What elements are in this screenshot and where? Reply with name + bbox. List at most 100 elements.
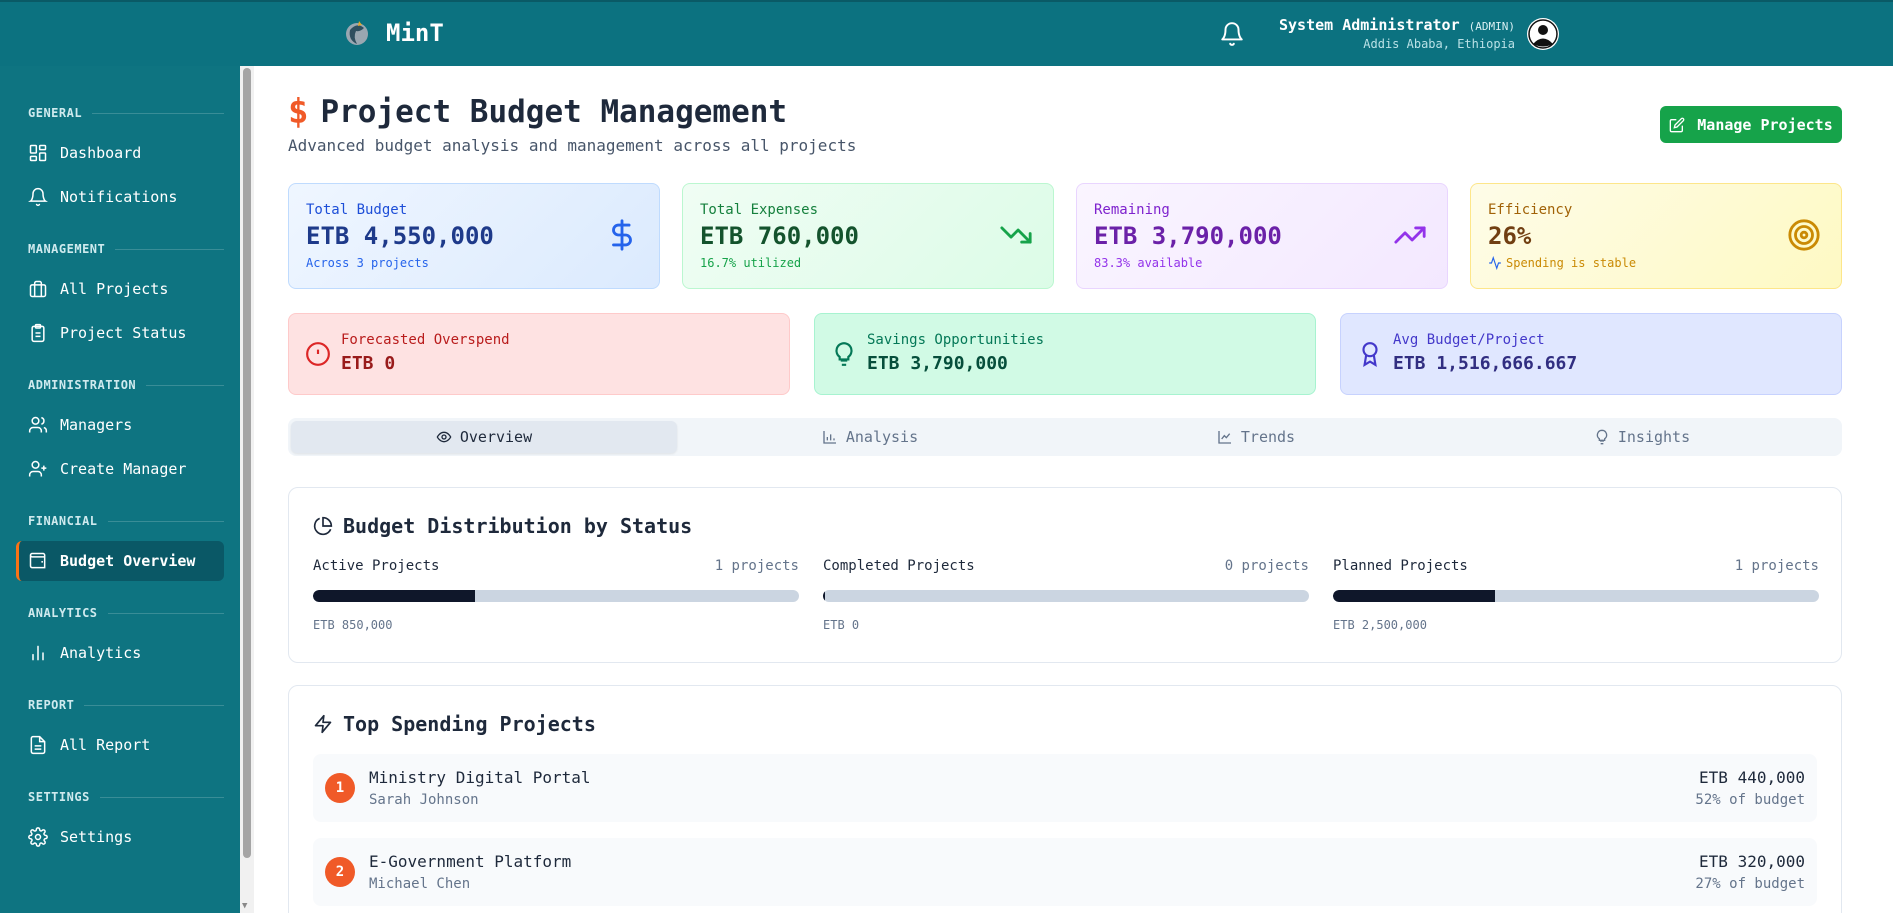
user-name: System Administrator [1278,16,1460,34]
logo-icon [346,21,368,45]
project-name: Ministry Digital Portal [369,768,591,787]
sidebar-item-label: Project Status [60,324,187,342]
sidebar-item-all-projects[interactable]: All Projects [16,269,224,309]
dist-progress-fill [313,590,475,602]
dist-progress-bar [313,590,799,602]
tab-label: Overview [459,428,533,446]
stat-value: ETB 3,790,000 [1094,222,1282,250]
dist-name: Active Projects [313,558,440,574]
sidebar-item-label: Analytics [60,644,142,662]
list-item[interactable]: 2 E-Government Platform Michael Chen ETB… [313,838,1817,906]
dist-progress-fill [823,590,825,602]
budget-distribution-panel: Budget Distribution by Status Active Pro… [288,487,1842,663]
project-pct: 52% of budget [1695,792,1805,808]
main-content: $ Project Budget Management Advanced bud… [254,66,1893,913]
user-location: Addis Ababa, Ethiopia [1363,37,1515,51]
sidebar-item-label: Settings [60,828,133,846]
section-management: MANAGEMENT [28,242,224,256]
tab-label: Insights [1617,428,1691,446]
dist-progress-bar [823,590,1309,602]
sidebar-item-analytics[interactable]: Analytics [16,633,224,673]
sidebar-item-label: Notifications [60,188,178,206]
pie-chart-icon [313,516,333,536]
sidebar-item-create-manager[interactable]: Create Manager [16,449,224,489]
project-manager: Sarah Johnson [369,792,479,808]
top-bar: MinT System Administrator (ADMIN) Addis … [0,0,1893,66]
stat-sub: Across 3 projects [306,256,429,270]
scrollbar-thumb[interactable] [243,68,251,858]
rank-badge: 1 [325,773,355,803]
section-general: GENERAL [28,106,224,120]
list-item[interactable]: 1 Ministry Digital Portal Sarah Johnson … [313,754,1817,822]
page-title: Project Budget Management [320,94,788,130]
sidebar-item-dashboard[interactable]: Dashboard [16,133,224,173]
manage-projects-button[interactable]: Manage Projects [1660,106,1842,143]
page-subtitle: Advanced budget analysis and management … [288,136,857,155]
tab-analysis[interactable]: Analysis [677,421,1063,453]
scroll-down-arrow-icon[interactable]: ▼ [242,901,247,911]
briefcase-icon [29,280,47,298]
stat-value: ETB 3,790,000 [867,353,1008,374]
zap-icon [314,714,332,734]
page-header: $ Project Budget Management [288,92,787,132]
project-manager: Michael Chen [369,876,471,892]
tab-trends[interactable]: Trends [1063,421,1449,453]
dist-count: 0 projects [1224,558,1309,574]
sidebar-item-budget-overview[interactable]: Budget Overview [16,541,224,581]
sidebar-item-settings[interactable]: Settings [16,817,224,857]
clipboard-icon [31,323,45,343]
dollar-icon: $ [288,92,309,132]
section-analytics: ANALYTICS [28,606,224,620]
sidebar-item-managers[interactable]: Managers [16,405,224,445]
wallet-icon [29,552,46,569]
stat-value: ETB 1,516,666.667 [1393,353,1578,374]
panel-title: Budget Distribution by Status [313,514,692,538]
sidebar-item-label: Dashboard [60,144,142,162]
bar-chart-icon [823,431,836,444]
eye-icon [436,431,452,443]
top-spending-panel: Top Spending Projects 1 Ministry Digital… [288,685,1842,913]
project-amount: ETB 440,000 [1699,768,1805,787]
brand[interactable]: MinT [342,18,444,48]
dollar-icon [612,219,632,251]
tab-label: Trends [1240,428,1296,446]
distribution-active: Active Projects 1 projects ETB 850,000 [313,558,799,632]
dist-amount: ETB 2,500,000 [1333,618,1427,632]
stat-card-forecasted-overspend: Forecasted Overspend ETB 0 [288,313,790,395]
sidebar-scrollbar[interactable]: ▼ [240,66,254,913]
stat-card-efficiency: Efficiency 26% Spending is stable [1470,183,1842,289]
sidebar-item-label: All Report [60,736,151,754]
sidebar-item-all-report[interactable]: All Report [16,725,224,765]
stat-card-total-budget: Total Budget ETB 4,550,000 Across 3 proj… [288,183,660,289]
distribution-planned: Planned Projects 1 projects ETB 2,500,000 [1333,558,1819,632]
trending-down-icon [1000,226,1032,244]
user-info[interactable]: System Administrator (ADMIN) Addis Ababa… [1279,16,1515,51]
section-administration: ADMINISTRATION [28,378,224,392]
line-chart-icon [1218,431,1231,444]
target-icon [1788,219,1820,251]
trending-up-icon [1394,226,1426,244]
stat-card-savings-opportunities: Savings Opportunities ETB 3,790,000 [814,313,1316,395]
project-name: E-Government Platform [369,852,572,871]
stat-label: Total Expenses [700,202,819,218]
tab-insights[interactable]: Insights [1449,421,1835,453]
award-icon [1362,342,1378,367]
avatar[interactable] [1527,17,1559,50]
bar-chart-icon [32,645,44,661]
tab-overview[interactable]: Overview [291,421,677,453]
stat-sub-wrap: Spending is stable [1488,256,1636,270]
tab-label: Analysis [845,428,919,446]
sidebar-item-notifications[interactable]: Notifications [16,177,224,217]
dist-progress-bar [1333,590,1819,602]
stat-label: Efficiency [1488,202,1573,218]
sidebar-item-label: Budget Overview [60,552,196,570]
header-right: System Administrator (ADMIN) Addis Ababa… [1219,16,1559,51]
notification-bell-icon[interactable] [1219,21,1245,47]
sidebar-item-label: Managers [60,416,133,434]
dist-amount: ETB 850,000 [313,618,393,632]
distribution-completed: Completed Projects 0 projects ETB 0 [823,558,1309,632]
sidebar-item-project-status[interactable]: Project Status [16,313,224,353]
app-name: MinT [386,19,444,47]
manage-projects-label: Manage Projects [1697,115,1833,134]
stat-label: Avg Budget/Project [1393,332,1545,348]
